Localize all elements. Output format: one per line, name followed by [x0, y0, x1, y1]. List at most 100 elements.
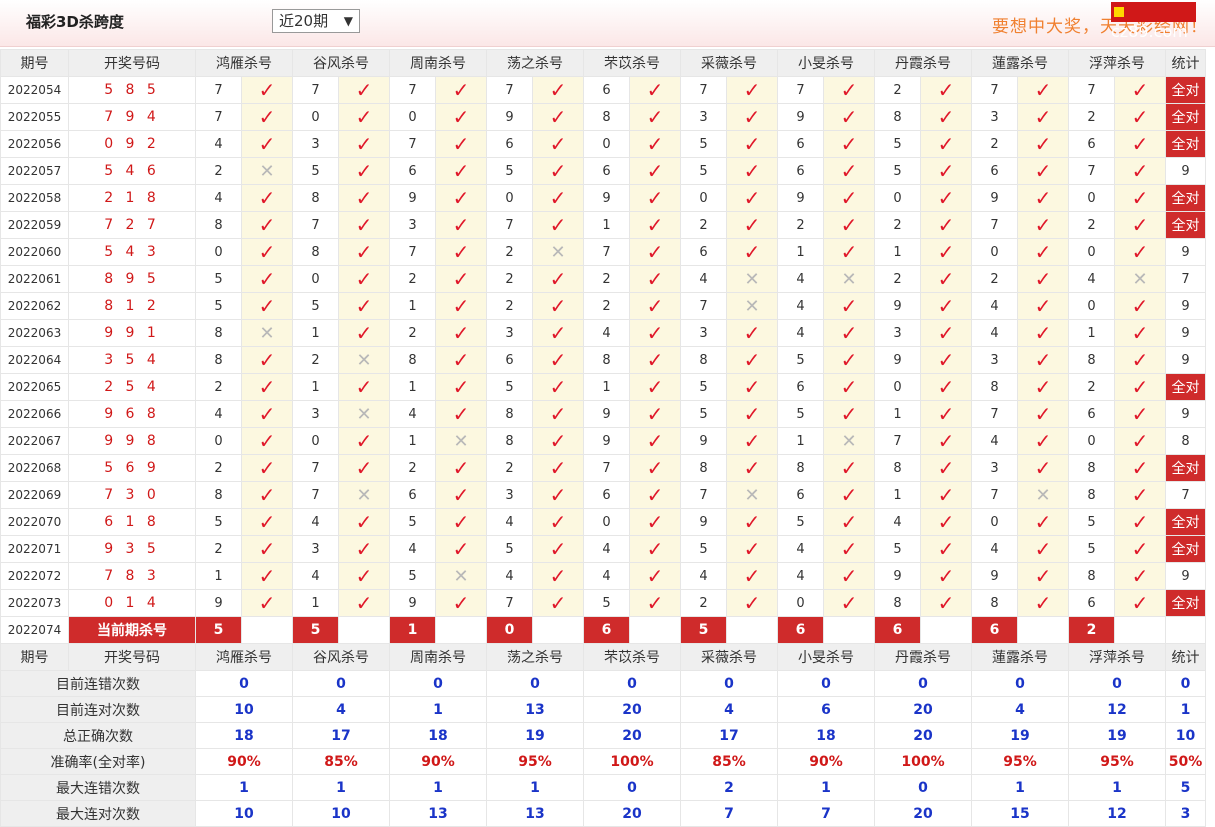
summary-value: 13 — [389, 800, 487, 827]
check-icon: ✓ — [258, 564, 276, 588]
period-range-select[interactable]: 近20期 ▼ — [272, 9, 360, 33]
check-icon: ✓ — [549, 510, 567, 534]
summary-stat: 5 — [1165, 774, 1206, 801]
check-icon: ✓ — [726, 400, 778, 428]
check-icon: ✓ — [1017, 562, 1069, 590]
summary-label: 最大连错次数 — [0, 774, 196, 801]
cross-icon: ✕ — [356, 485, 372, 506]
check-icon: ✓ — [241, 562, 293, 590]
check-icon: ✓ — [823, 481, 875, 509]
kill-value-cell: 5 — [486, 373, 533, 401]
check-icon: ✓ — [532, 508, 584, 536]
check-icon: ✓ — [629, 535, 681, 563]
check-icon: ✓ — [629, 400, 681, 428]
table-row: 2022058 2 1 8 4 ✓ 8 ✓ 9 ✓ 0 ✓ 9 ✓ 0 ✓ 9 ✓ 0 ✓ 9 ✓ 0 ✓ 全对 — [0, 184, 1206, 212]
summary-value: 1 — [971, 774, 1069, 801]
kill-value-cell: 6 — [583, 157, 630, 185]
check-icon: ✓ — [1114, 319, 1166, 347]
check-icon: ✓ — [338, 292, 390, 320]
period-cell: 2022064 — [0, 346, 69, 374]
site-logo[interactable]: cz89.com — [1111, 2, 1196, 41]
kill-value-cell: 1 — [389, 427, 436, 455]
summary-value: 19 — [486, 722, 584, 749]
cross-icon: ✕ — [241, 319, 293, 347]
check-icon: ✓ — [1017, 427, 1069, 455]
check-icon: ✓ — [1034, 213, 1052, 237]
kill-value-cell: 7 — [389, 130, 436, 158]
check-icon: ✓ — [452, 294, 470, 318]
check-icon: ✓ — [840, 294, 858, 318]
stat-cell: 9 — [1165, 346, 1206, 374]
cross-icon: ✕ — [241, 157, 293, 185]
table-row: 2022057 5 4 6 2 ✕ 5 ✓ 6 ✓ 5 ✓ 6 ✓ 5 ✓ 6 ✓ 5 ✓ 6 ✓ 7 ✓ 9 — [0, 157, 1206, 185]
kill-value-cell: 7 — [292, 76, 339, 104]
summary-label: 准确率(全对率) — [0, 748, 196, 775]
check-icon: ✓ — [355, 240, 373, 264]
check-icon: ✓ — [338, 427, 390, 455]
kill-value-cell: 2 — [389, 319, 436, 347]
check-icon: ✓ — [743, 159, 761, 183]
check-icon: ✓ — [452, 186, 470, 210]
kill-value-cell: 4 — [680, 265, 727, 293]
check-icon: ✓ — [258, 456, 276, 480]
check-icon: ✓ — [338, 562, 390, 590]
check-icon: ✓ — [1131, 591, 1149, 615]
check-icon: ✓ — [258, 375, 276, 399]
period-cell: 2022061 — [0, 265, 69, 293]
current-kill-blank — [629, 616, 681, 644]
stat-cell: 全对 — [1165, 508, 1206, 536]
kill-value-cell: 0 — [486, 184, 533, 212]
check-icon: ✓ — [840, 159, 858, 183]
table-row: 2022071 9 3 5 2 ✓ 3 ✓ 4 ✓ 5 ✓ 4 ✓ 5 ✓ 4 ✓ 5 ✓ 4 ✓ 5 ✓ 全对 — [0, 535, 1206, 563]
kill-value-cell: 1 — [583, 373, 630, 401]
draw-number-cell: 2 5 4 — [68, 373, 196, 401]
check-icon: ✓ — [840, 483, 858, 507]
check-icon: ✓ — [532, 481, 584, 509]
check-icon: ✓ — [629, 76, 681, 104]
check-icon: ✓ — [920, 427, 972, 455]
check-icon: ✓ — [338, 535, 390, 563]
col-header-expert: 谷风杀号 — [292, 643, 390, 671]
check-icon: ✓ — [937, 564, 955, 588]
check-icon: ✓ — [1017, 454, 1069, 482]
kill-value-cell: 8 — [486, 400, 533, 428]
table-row: 2022067 9 9 8 0 ✓ 0 ✓ 1 ✕ 8 ✓ 9 ✓ 9 ✓ 1 ✕ 7 ✓ 4 ✓ 0 ✓ 8 — [0, 427, 1206, 455]
draw-number-cell: 0 1 4 — [68, 589, 196, 617]
check-icon: ✓ — [1034, 564, 1052, 588]
col-header-expert: 小旻杀号 — [777, 49, 875, 77]
check-icon: ✓ — [1131, 78, 1149, 102]
check-icon: ✓ — [646, 240, 664, 264]
kill-value-cell: 5 — [874, 535, 921, 563]
kill-value-cell: 2 — [195, 535, 242, 563]
cross-icon: ✕ — [744, 269, 760, 290]
kill-value-cell: 2 — [1068, 211, 1115, 239]
kill-value-cell: 5 — [777, 346, 824, 374]
check-icon: ✓ — [1114, 103, 1166, 131]
check-icon: ✓ — [726, 319, 778, 347]
summary-value: 4 — [971, 696, 1069, 723]
check-icon: ✓ — [338, 103, 390, 131]
kill-value-cell: 8 — [195, 481, 242, 509]
cross-icon: ✕ — [1035, 485, 1051, 506]
summary-value: 20 — [874, 696, 972, 723]
check-icon: ✓ — [646, 429, 664, 453]
kill-value-cell: 6 — [971, 157, 1018, 185]
kill-value-cell: 2 — [874, 76, 921, 104]
kill-value-cell: 2 — [874, 265, 921, 293]
current-kill-value: 6 — [777, 616, 824, 644]
check-icon: ✓ — [1034, 267, 1052, 291]
check-icon: ✓ — [726, 130, 778, 158]
stat-cell: 全对 — [1165, 454, 1206, 482]
check-icon: ✓ — [258, 267, 276, 291]
check-icon: ✓ — [355, 429, 373, 453]
check-icon: ✓ — [629, 103, 681, 131]
kill-value-cell: 3 — [486, 481, 533, 509]
cross-icon: ✕ — [823, 265, 875, 293]
check-icon: ✓ — [452, 402, 470, 426]
check-icon: ✓ — [743, 564, 761, 588]
table-row: 2022063 9 9 1 8 ✕ 1 ✓ 2 ✓ 3 ✓ 4 ✓ 3 ✓ 4 ✓ 3 ✓ 4 ✓ 1 ✓ 9 — [0, 319, 1206, 347]
check-icon: ✓ — [823, 184, 875, 212]
kill-value-cell: 1 — [874, 238, 921, 266]
check-icon: ✓ — [355, 375, 373, 399]
stat-cell: 8 — [1165, 427, 1206, 455]
